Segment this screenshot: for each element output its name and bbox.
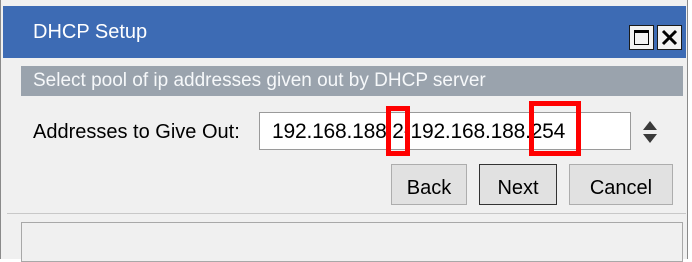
maximize-button[interactable] [629, 25, 654, 50]
dhcp-setup-window: DHCP Setup Select pool of ip addresses g… [0, 0, 688, 262]
highlight-end-octet [529, 101, 581, 156]
spinner-arrows-icon[interactable] [641, 119, 659, 145]
title-bar[interactable]: DHCP Setup [3, 6, 686, 58]
highlight-start-octet [386, 106, 410, 156]
addresses-value: 192.168.188.2-192.168.188.254 [272, 120, 566, 143]
cancel-button[interactable]: Cancel [569, 164, 673, 205]
window-title: DHCP Setup [33, 21, 148, 43]
close-icon [661, 29, 678, 46]
banner-text: Select pool of ip addresses given out by… [33, 70, 486, 91]
status-area [21, 222, 683, 262]
back-button[interactable]: Back [391, 164, 467, 205]
next-button[interactable]: Next [479, 164, 557, 205]
maximize-icon [634, 30, 649, 45]
addresses-label: Addresses to Give Out: [33, 121, 240, 143]
divider [7, 213, 686, 214]
instruction-banner: Select pool of ip addresses given out by… [21, 66, 683, 96]
close-button[interactable] [657, 25, 682, 50]
